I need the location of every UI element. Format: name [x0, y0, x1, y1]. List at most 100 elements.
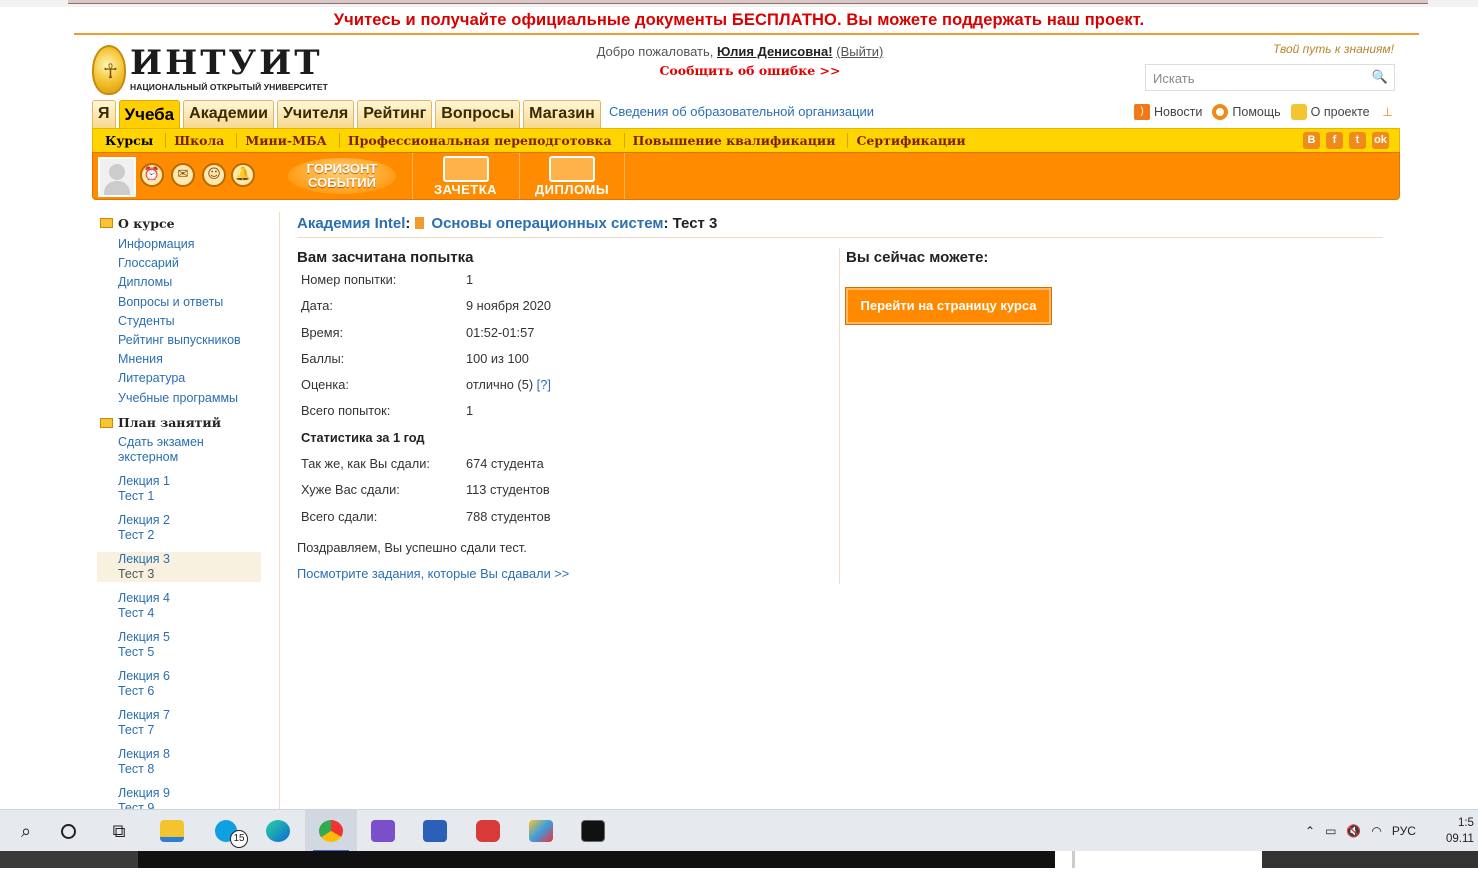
subnav-school[interactable]: Школа: [166, 133, 238, 148]
battery-icon[interactable]: ▭: [1325, 824, 1336, 838]
report-error-link[interactable]: Сообщить об ошибке >>: [560, 63, 940, 78]
logout-link[interactable]: (Выйти): [836, 44, 883, 59]
row-key: Время:: [301, 324, 344, 340]
org-info-link[interactable]: Сведения об образовательной организации: [609, 104, 874, 119]
search-input[interactable]: Искать 🔍: [1145, 64, 1395, 91]
edge-icon[interactable]: [252, 810, 304, 852]
tab-rating[interactable]: Рейтинг: [357, 100, 433, 128]
media-app-icon[interactable]: [462, 810, 514, 852]
cortana-icon[interactable]: [42, 810, 94, 852]
subnav-courses[interactable]: Курсы: [97, 133, 167, 148]
sidebar-item-literature[interactable]: Литература: [97, 369, 261, 388]
lecture-link[interactable]: Лекция 5: [118, 630, 261, 645]
lecture-link[interactable]: Лекция 3: [118, 552, 261, 567]
facebook-icon[interactable]: f: [1326, 132, 1343, 149]
plan-item[interactable]: Лекция 6 Тест 6: [97, 669, 261, 699]
test-link[interactable]: Тест 5: [118, 645, 261, 660]
help-label: Помощь: [1232, 105, 1281, 119]
subnav-qualification[interactable]: Повышение квалификации: [625, 133, 849, 148]
breadcrumb-academy[interactable]: Академия Intel: [297, 215, 405, 232]
tab-study[interactable]: Учеба: [118, 100, 181, 128]
tab-me[interactable]: Я: [92, 100, 116, 128]
diplomas-button[interactable]: ДИПЛОМЫ: [519, 153, 625, 199]
plan-item[interactable]: Сдать экзамен экстерном: [97, 435, 261, 465]
sidebar-item-info[interactable]: Информация: [97, 235, 261, 254]
lecture-link[interactable]: Лекция 7: [118, 708, 261, 723]
gradebook-button[interactable]: ЗАЧЕТКА: [412, 153, 518, 199]
sidebar-item-students[interactable]: Студенты: [97, 312, 261, 331]
plan-item[interactable]: Лекция 7 Тест 7: [97, 708, 261, 738]
help-link[interactable]: Помощь: [1212, 104, 1281, 120]
task-view-icon[interactable]: ⧉: [93, 810, 145, 852]
user-name-link[interactable]: Юлия Денисовна!: [717, 44, 833, 59]
lecture-link[interactable]: Лекция 9: [118, 786, 261, 801]
sitemap-link[interactable]: ⊥: [1380, 104, 1400, 120]
chevron-up-icon[interactable]: ⌃: [1305, 824, 1315, 838]
paint-icon[interactable]: [515, 810, 567, 852]
word-icon[interactable]: [409, 810, 461, 852]
terminal-icon[interactable]: [567, 810, 619, 852]
news-link[interactable]: ) Новости: [1134, 104, 1202, 120]
file-explorer-icon[interactable]: [146, 810, 198, 852]
twitter-icon[interactable]: t: [1349, 132, 1366, 149]
intuit-logo[interactable]: ☥ ИНТУИТ НАЦИОНАЛЬНЫЙ ОТКРЫТЫЙ УНИВЕРСИТ…: [90, 43, 330, 98]
clock[interactable]: 1:5 09.11: [1446, 810, 1474, 852]
sidebar-plan-heading[interactable]: План занятий: [97, 415, 261, 431]
vk-icon[interactable]: В: [1303, 132, 1320, 149]
sidebar-about-heading[interactable]: О курсе: [97, 215, 261, 231]
friends-icon[interactable]: ☺: [202, 163, 226, 187]
odnoklassniki-icon[interactable]: ok: [1372, 132, 1389, 149]
language-indicator[interactable]: РУС: [1392, 824, 1416, 838]
plan-item[interactable]: Лекция 2 Тест 2: [97, 513, 261, 543]
plan-item-line1[interactable]: Сдать экзамен: [118, 435, 261, 450]
chrome-icon[interactable]: [305, 810, 357, 852]
skype-icon[interactable]: 15: [200, 810, 252, 852]
lecture-link[interactable]: Лекция 4: [118, 591, 261, 606]
tab-shop[interactable]: Магазин: [523, 100, 601, 128]
lecture-link[interactable]: Лекция 2: [118, 513, 261, 528]
tab-teachers[interactable]: Учителя: [276, 100, 355, 128]
events-horizon-button[interactable]: ГОРИЗОНТ СОБЫТИЙ: [288, 158, 396, 194]
alarm-clock-icon[interactable]: ⏰: [140, 163, 164, 187]
subnav-retraining[interactable]: Профессиональная переподготовка: [340, 133, 625, 148]
wifi-icon[interactable]: ◠: [1371, 824, 1381, 838]
subnav-certifications[interactable]: Сертификации: [848, 133, 977, 148]
sidebar-item-graduates-rating[interactable]: Рейтинг выпускников: [97, 331, 261, 350]
news-label: Новости: [1154, 105, 1203, 119]
go-to-course-button[interactable]: Перейти на страницу курса: [845, 287, 1052, 325]
volume-muted-icon[interactable]: 🔇: [1346, 824, 1361, 838]
plan-item[interactable]: Лекция 5 Тест 5: [97, 630, 261, 660]
sidebar-item-programs[interactable]: Учебные программы: [97, 389, 261, 408]
promo-banner[interactable]: Учитесь и получайте официальные документ…: [0, 11, 1478, 30]
grade-help-link[interactable]: [?]: [537, 377, 551, 392]
test-link[interactable]: Тест 8: [118, 762, 261, 777]
test-link[interactable]: Тест 7: [118, 723, 261, 738]
avatar[interactable]: [98, 157, 136, 197]
view-tasks-link[interactable]: Посмотрите задания, которые Вы сдавали >…: [297, 566, 569, 581]
plan-item-line2[interactable]: экстерном: [118, 450, 261, 465]
visual-studio-icon[interactable]: [357, 810, 409, 852]
sidebar-item-faq[interactable]: Вопросы и ответы: [97, 293, 261, 312]
plan-item[interactable]: Лекция 1 Тест 1: [97, 474, 261, 504]
test-link[interactable]: Тест 4: [118, 606, 261, 621]
plan-item-current[interactable]: Лекция 3 Тест 3: [97, 551, 261, 582]
lecture-link[interactable]: Лекция 8: [118, 747, 261, 762]
sidebar-item-diplomas[interactable]: Дипломы: [97, 273, 261, 292]
plan-item[interactable]: Лекция 4 Тест 4: [97, 591, 261, 621]
tab-academies[interactable]: Академии: [183, 100, 274, 128]
mail-icon[interactable]: ✉: [171, 163, 195, 187]
test-link[interactable]: Тест 2: [118, 528, 261, 543]
sidebar-item-glossary[interactable]: Глоссарий: [97, 254, 261, 273]
plan-item[interactable]: Лекция 8 Тест 8: [97, 747, 261, 777]
subnav-mini-mba[interactable]: Мини-МБА: [237, 133, 340, 148]
tab-questions[interactable]: Вопросы: [435, 100, 521, 128]
about-link[interactable]: О проекте: [1290, 104, 1370, 120]
search-icon[interactable]: 🔍: [1372, 69, 1388, 85]
lecture-link[interactable]: Лекция 6: [118, 669, 261, 684]
sidebar-item-opinions[interactable]: Мнения: [97, 350, 261, 369]
test-link[interactable]: Тест 6: [118, 684, 261, 699]
test-link[interactable]: Тест 1: [118, 489, 261, 504]
breadcrumb-course[interactable]: Основы операционных систем: [431, 215, 663, 232]
lecture-link[interactable]: Лекция 1: [118, 474, 261, 489]
bell-icon[interactable]: 🔔: [231, 163, 255, 187]
